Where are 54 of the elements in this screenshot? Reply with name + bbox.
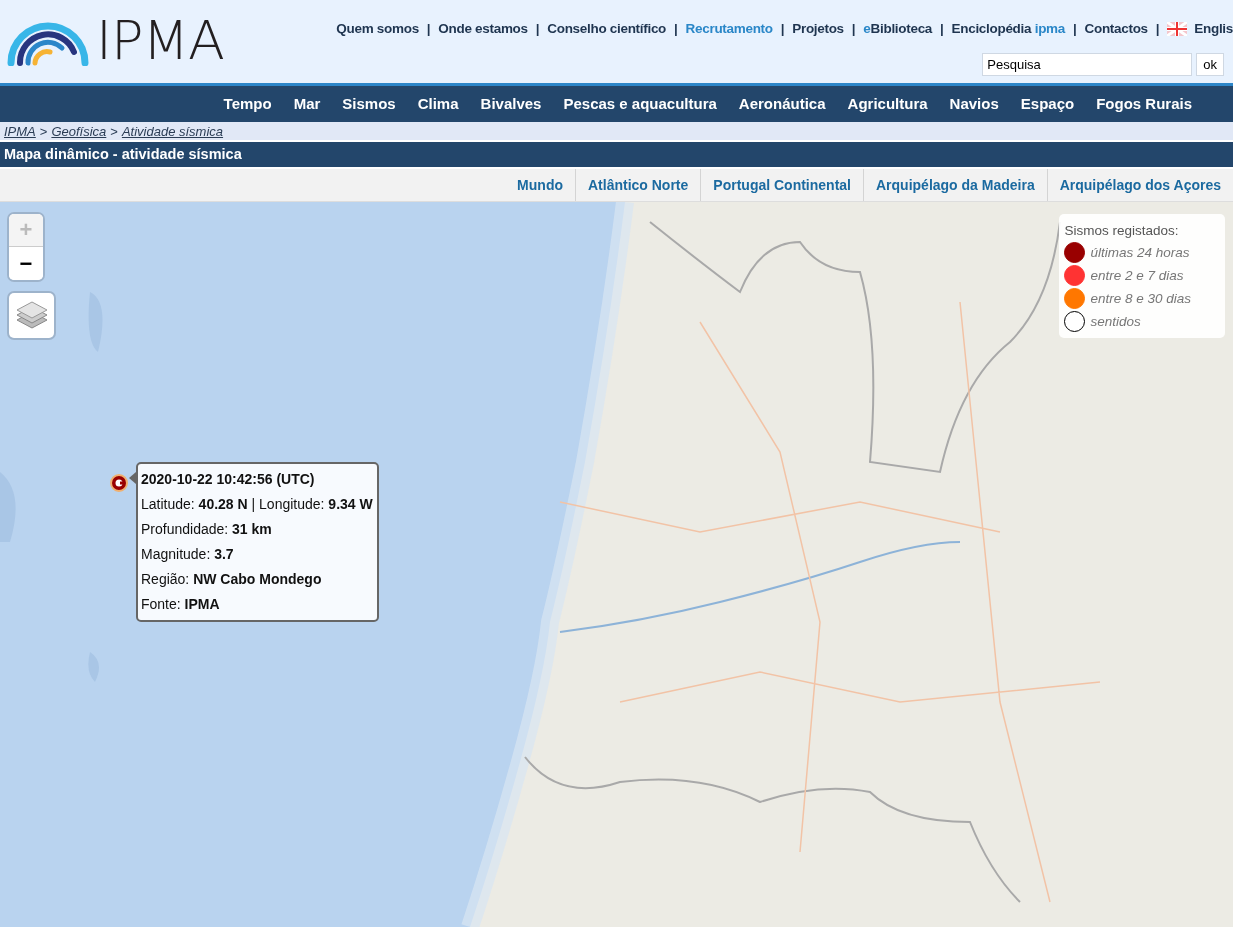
top-link[interactable]: Onde estamos [438,19,528,40]
separator: | [535,20,540,38]
legend-label: sentidos [1090,312,1141,331]
logo-text[interactable]: IPMA [96,14,225,68]
separator: | [1155,20,1160,38]
separator: | [940,20,944,38]
nav-link[interactable]: Pescas e aquacultura [552,92,728,116]
page-title: Mapa dinâmico - atividade sísmica [0,142,1233,167]
nav-link[interactable]: Mar [282,92,332,116]
nav-link[interactable]: Clima [406,92,470,116]
region-tab[interactable]: Arquipélago dos Açores [1046,169,1233,201]
nav-link[interactable]: Espaço [1009,92,1086,116]
nav-link[interactable]: Fogos Rurais [1085,92,1203,116]
separator: | [426,20,431,38]
top-link[interactable]: Contactos [1084,19,1148,40]
breadcrumb-link[interactable]: Atividade sísmica [121,124,224,139]
popup-line: Magnitude: 3.7 [141,545,235,564]
flag-icon[interactable] [1167,22,1188,37]
top-link[interactable]: Conselho científico [547,19,667,40]
breadcrumb-separator: > [39,124,48,139]
legend-label: entre 8 e 30 dias [1090,289,1191,308]
nav-link[interactable]: Sismos [331,92,407,116]
separator: | [780,20,785,38]
popup-line: Fonte: IPMA [141,595,221,614]
language-link[interactable]: Englis [1194,19,1233,40]
search-button[interactable]: ok [1196,53,1224,76]
popup-title: 2020-10-22 10:42:56 (UTC) [141,470,316,489]
top-link[interactable]: Projetos [792,19,844,40]
search-field[interactable]: Pesquisa [982,53,1193,76]
separator: | [851,20,856,38]
region-tab[interactable]: Mundo [505,169,575,201]
top-link[interactable]: Quem somos [336,19,419,40]
nav-link[interactable]: Navios [938,92,1010,116]
separator: | [674,20,678,38]
legend-label: últimas 24 horas [1090,243,1190,262]
top-link[interactable]: eBiblioteca [863,19,933,40]
nav-link[interactable]: Agricultura [836,92,939,116]
popup-line: Latitude: 40.28 N | Longitude: 9.34 W [141,495,373,514]
popup-line: Região: NW Cabo Mondego [141,570,323,589]
separator: | [1073,20,1077,38]
breadcrumb-link[interactable]: IPMA [4,124,36,139]
popup-line: Profundidade: 31 km [141,520,273,539]
region-tab[interactable]: Atlântico Norte [575,169,701,201]
layers-button[interactable] [9,293,54,338]
nav-link[interactable]: Tempo [212,92,283,116]
breadcrumb-separator: > [110,124,118,139]
breadcrumb-link[interactable]: Geofísica [51,124,107,139]
legend-label: entre 2 e 7 dias [1090,266,1184,285]
top-link[interactable]: Enciclopédia ipma [951,19,1065,40]
region-tab[interactable]: Portugal Continental [700,169,863,201]
legend-title: Sismos registados: [1064,222,1180,240]
nav-link[interactable]: Bivalves [469,92,553,116]
nav-link[interactable]: Aeronáutica [727,92,837,116]
region-tab[interactable]: Arquipélago da Madeira [863,169,1047,201]
